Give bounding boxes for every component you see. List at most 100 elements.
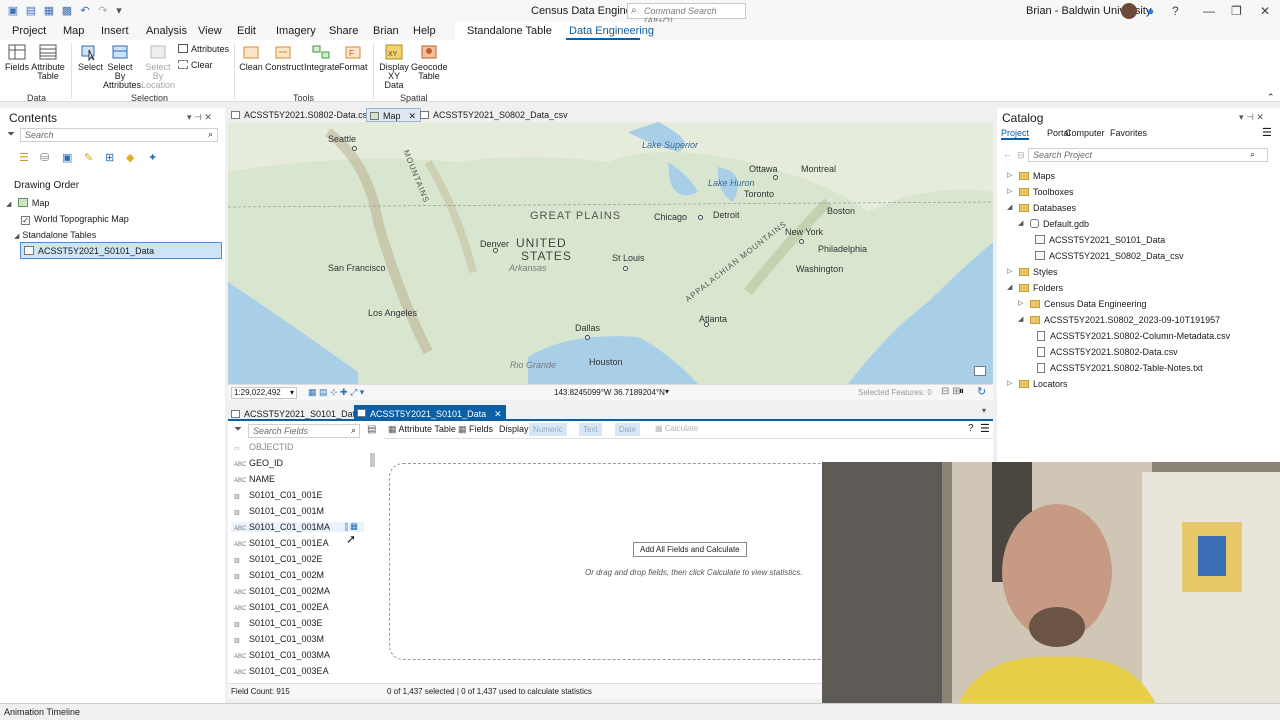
tab-edit[interactable]: Edit <box>237 25 256 37</box>
tab-map[interactable]: Map <box>63 25 84 37</box>
map-view[interactable]: Seattle Ottawa Montreal Toronto Boston C… <box>228 122 993 384</box>
catalog-item-maps[interactable]: ▷ Maps <box>1007 171 1055 181</box>
maximize-icon[interactable]: ❐ <box>1231 4 1242 18</box>
new-project-icon[interactable]: ▤ <box>24 4 38 18</box>
geocode-table-button[interactable]: Geocode Table <box>411 43 448 81</box>
menu-icon[interactable]: ☰ <box>980 422 990 435</box>
tab-analysis[interactable]: Analysis <box>146 25 187 37</box>
catalog-item-toolboxes[interactable]: ▷ Toolboxes <box>1007 187 1074 197</box>
map-overview-icon[interactable] <box>974 366 986 376</box>
list-by-editing-icon[interactable]: ✎ <box>84 151 93 164</box>
tab-standalone-table[interactable]: Standalone Table <box>467 25 552 37</box>
catalog-item-s0802-folder[interactable]: ◢ ACSST5Y2021.S0802_2023-09-10T191957 <box>1018 315 1220 325</box>
display-text-button[interactable]: Text <box>579 423 602 436</box>
catalog-tab-computer[interactable]: Computer <box>1065 128 1105 138</box>
field-list-options-icon[interactable]: ▤ <box>367 424 376 435</box>
filter-icon[interactable]: ⏷ <box>234 424 242 435</box>
avatar[interactable] <box>1121 3 1137 19</box>
catalog-item-s0101-table[interactable]: ACSST5Y2021_S0101_Data <box>1035 235 1165 245</box>
tab-help[interactable]: Help <box>413 25 436 37</box>
field-list-item[interactable]: ▥ S0101_C01_002E <box>234 554 323 564</box>
display-xy-data-button[interactable]: XY Display XY Data <box>378 43 410 90</box>
attribute-table-button[interactable]: Attribute Table <box>31 43 65 81</box>
display-date-button[interactable]: Date <box>615 423 640 436</box>
tree-item-standalone-tables[interactable]: ◢ Standalone Tables <box>14 230 96 240</box>
minimize-icon[interactable]: — <box>1203 4 1215 18</box>
collapse-ribbon-icon[interactable]: ⌃ <box>1267 92 1275 103</box>
list-by-labeling-icon[interactable]: ◆ <box>126 151 134 164</box>
map-tools-icons[interactable]: ▦ ▤ ⊹ ✚ ⤢ ▾ <box>308 387 364 398</box>
tab-s0802-data-csv-table[interactable]: ACSST5Y2021_S0802_Data_csv <box>417 108 572 122</box>
clear-button[interactable]: Clear <box>178 60 213 70</box>
select-by-attributes-button[interactable]: Select By Attributes <box>103 43 141 90</box>
catalog-tab-project[interactable]: Project <box>1001 128 1030 140</box>
list-by-source-icon[interactable]: ⛁ <box>40 151 49 164</box>
customize-toolbar-icon[interactable]: ▾ <box>112 4 126 18</box>
field-list-scrollbar[interactable] <box>370 453 375 467</box>
list-by-perspective-icon[interactable]: ✦ <box>148 151 157 164</box>
select-by-location-button[interactable]: Select By Location <box>141 43 175 90</box>
field-list-item[interactable]: ABC NAME <box>234 474 275 484</box>
tab-map-view[interactable]: Map ✕ <box>366 108 422 122</box>
catalog-item-census-folder[interactable]: ▷ Census Data Engineering <box>1018 299 1147 309</box>
tab-insert[interactable]: Insert <box>101 25 129 37</box>
tab-brian[interactable]: Brian <box>373 25 399 37</box>
tab-project[interactable]: Project <box>12 25 46 37</box>
field-list-item[interactable]: ▥ S0101_C01_003E <box>234 618 323 628</box>
catalog-item-folders[interactable]: ◢ Folders <box>1007 283 1063 293</box>
undo-icon[interactable]: ↶ <box>78 4 92 18</box>
catalog-tab-favorites[interactable]: Favorites <box>1110 128 1147 138</box>
catalog-item-styles[interactable]: ▷ Styles <box>1007 267 1058 277</box>
save-icon[interactable]: ▩ <box>60 4 74 18</box>
field-list-item[interactable]: ABC S0101_C01_002MA <box>234 586 330 596</box>
catalog-item-table-notes[interactable]: ACSST5Y2021.S0802-Table-Notes.txt <box>1037 363 1203 373</box>
list-by-snapping-icon[interactable]: ⊞ <box>105 151 114 164</box>
list-by-selection-icon[interactable]: ▣ <box>62 151 72 164</box>
field-list-item[interactable]: ▥ S0101_C01_001M <box>234 506 324 516</box>
field-list-item[interactable]: ABC S0101_C01_001EA <box>234 538 329 548</box>
map-scale-select[interactable]: 1:29,022,492 ▾ <box>231 387 297 399</box>
close-tab-icon[interactable]: ✕ <box>494 409 502 419</box>
catalog-item-databases[interactable]: ◢ Databases <box>1007 203 1076 213</box>
catalog-item-data-csv[interactable]: ACSST5Y2021.S0802-Data.csv <box>1037 347 1178 357</box>
close-tab-icon[interactable]: ✕ <box>409 111 417 121</box>
refresh-controls[interactable]: ⊟ ⊞ <box>941 386 961 397</box>
contents-search-input[interactable]: Search ⌕ <box>20 128 218 142</box>
field-list-item[interactable]: ▭ OBJECTID <box>234 442 294 452</box>
pause-drawing-icon[interactable]: ⏸ <box>959 386 964 397</box>
display-numeric-button[interactable]: Numeric <box>529 423 567 436</box>
tab-s0802-data-csv[interactable]: ACSST5Y2021.S0802-Data.csv <box>228 108 376 122</box>
help-icon[interactable]: ? <box>968 423 974 434</box>
help-icon[interactable]: ? <box>1172 4 1179 18</box>
up-icon[interactable]: ⊟ <box>1017 150 1025 161</box>
catalog-menu-icon[interactable]: ☰ <box>1262 126 1272 139</box>
animation-timeline-tab[interactable]: Animation Timeline <box>4 707 80 717</box>
clean-button[interactable]: Clean <box>239 43 263 72</box>
catalog-search-input[interactable]: Search Project ⌕ <box>1028 148 1268 162</box>
tree-item-selected-table[interactable]: ACSST5Y2021_S0101_Data <box>20 242 222 259</box>
tab-s0101-fields-view[interactable]: ACSST5Y2021_S0101_Data ✕ <box>354 405 506 421</box>
format-button[interactable]: F Format <box>339 43 368 72</box>
fields-button[interactable]: Fields <box>5 43 29 72</box>
field-list-item[interactable]: ABC S0101_C01_002EA <box>234 602 329 612</box>
catalog-item-default-gdb[interactable]: ◢ Default.gdb <box>1018 219 1089 229</box>
fields-toggle[interactable]: ▦ Fields <box>458 424 493 435</box>
field-list-item[interactable]: ▥ S0101_C01_002M <box>234 570 324 580</box>
tab-list-dropdown-icon[interactable]: ▾ <box>982 406 986 415</box>
field-list-item[interactable]: ABC S0101_C01_003MA <box>234 650 330 660</box>
redo-icon[interactable]: ↷ <box>96 4 110 18</box>
tree-item-basemap-layer[interactable]: ✓ World Topographic Map <box>21 214 129 225</box>
integrate-button[interactable]: Integrate <box>304 43 340 72</box>
command-search-input[interactable]: ⌕ Command Search (Alt+Q) <box>627 3 746 26</box>
pane-menu-icon[interactable]: ▾ ⊣ ✕ <box>1239 112 1264 123</box>
refresh-icon[interactable]: ↻ <box>977 385 986 398</box>
tab-s0101-attribute-table[interactable]: ACSST5Y2021_S0101_Data <box>228 407 364 421</box>
close-icon[interactable]: ✕ <box>1260 4 1270 18</box>
select-button[interactable]: Select <box>78 43 103 72</box>
field-list-item[interactable]: ABC GEO_ID <box>234 458 283 468</box>
catalog-item-column-metadata[interactable]: ACSST5Y2021.S0802-Column-Metadata.csv <box>1037 331 1230 341</box>
catalog-item-locators[interactable]: ▷ Locators <box>1007 379 1068 389</box>
notifications-icon[interactable]: ● <box>1147 4 1154 18</box>
field-list-item[interactable]: ABC S0101_C01_003EA <box>234 666 329 676</box>
list-by-drawing-order-icon[interactable]: ☰ <box>19 151 29 164</box>
